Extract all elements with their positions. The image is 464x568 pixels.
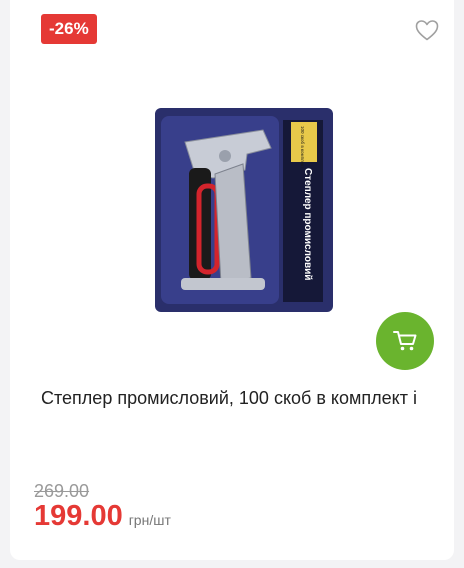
discount-badge: -26%	[41, 14, 97, 44]
product-title[interactable]: Степлер промисловий, 100 скоб в комплект…	[41, 384, 437, 412]
price-row: 199.00 грн/шт	[34, 500, 171, 533]
package-sticker-text: 100 скоб в комплект	[300, 126, 305, 168]
package-label-text: Степлер промисловий	[302, 168, 313, 280]
cart-icon	[393, 331, 417, 351]
add-to-cart-button[interactable]	[376, 312, 434, 370]
current-price: 199.00	[34, 500, 123, 532]
price-unit: грн/шт	[128, 512, 171, 528]
stapler-package-illustration: 100 скоб в комплект Степлер промисловий	[155, 108, 333, 312]
product-card[interactable]: -26% 100 скоб в комплект Степлер промисл…	[10, 0, 454, 560]
heart-icon	[415, 20, 439, 41]
product-image[interactable]: 100 скоб в комплект Степлер промисловий	[155, 108, 333, 312]
favorite-button[interactable]	[414, 18, 440, 42]
old-price: 269.00	[34, 481, 90, 501]
